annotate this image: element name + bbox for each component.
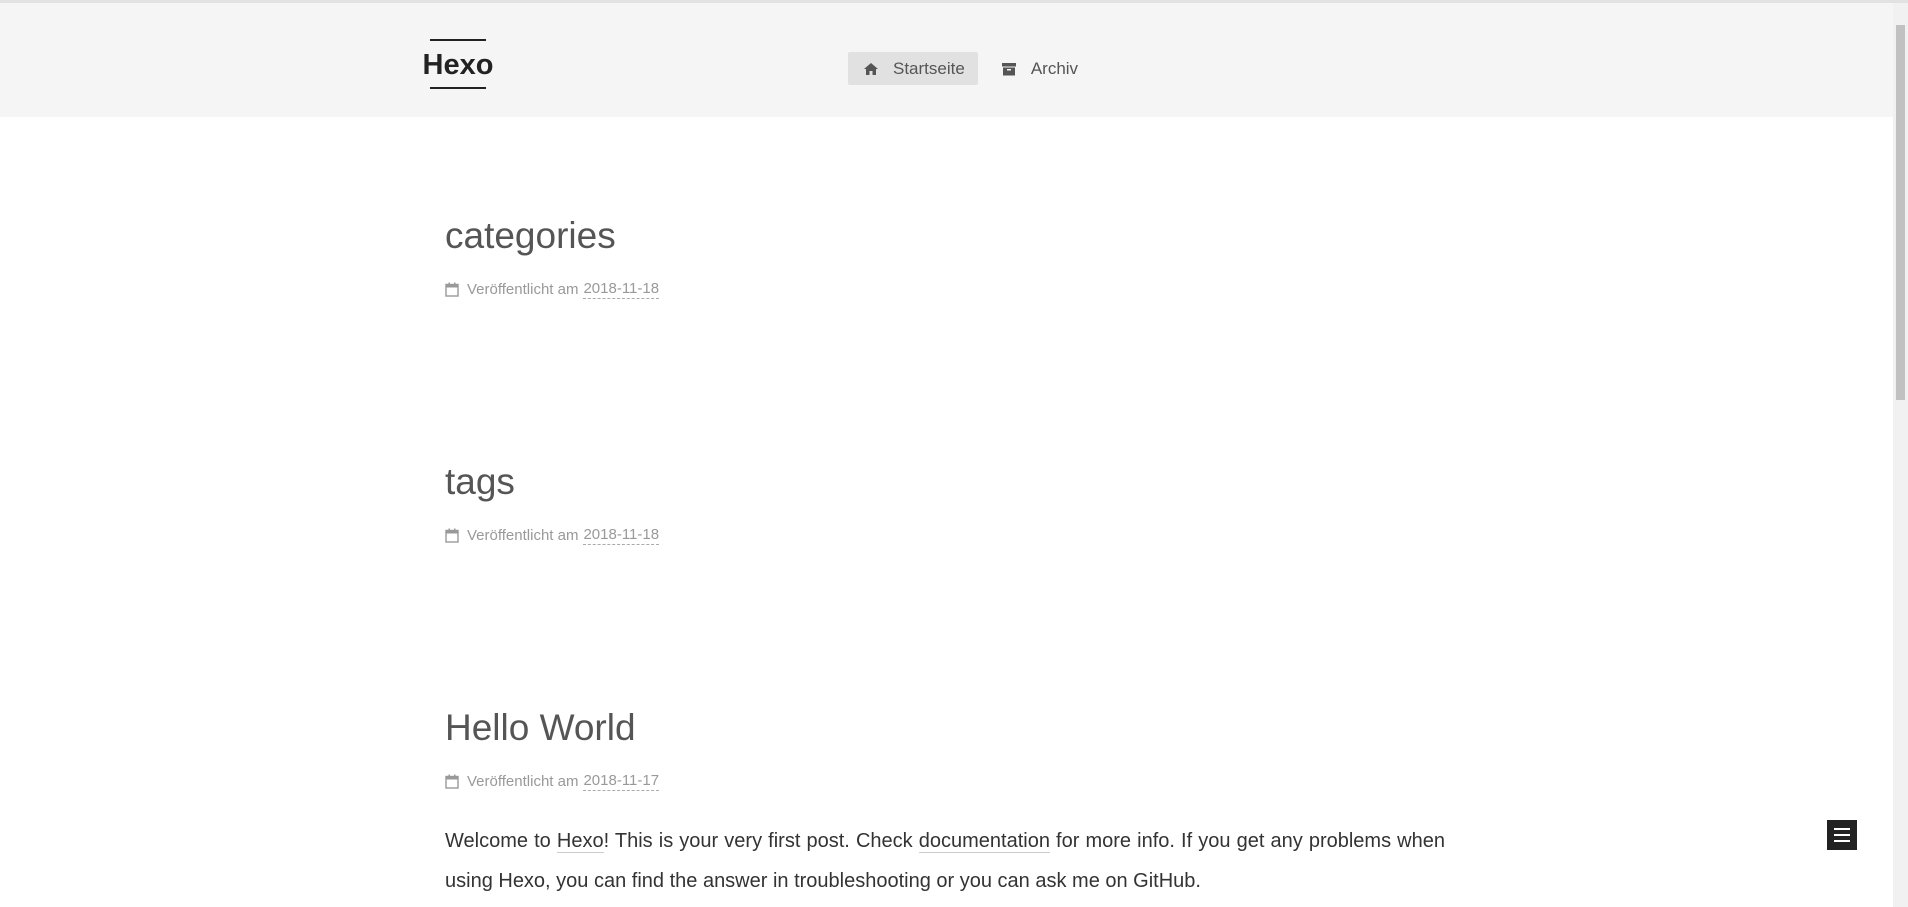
hexo-link[interactable]: Hexo	[556, 830, 604, 853]
main-nav: Startseite Archiv	[848, 52, 1091, 85]
menu-icon-bar	[1834, 828, 1850, 830]
nav-item-label: Archiv	[1030, 58, 1079, 78]
post-date: 2018-11-18	[583, 526, 660, 545]
calendar-icon	[445, 282, 459, 297]
documentation-link[interactable]: documentation	[918, 830, 1050, 853]
home-icon	[864, 62, 878, 75]
post-title[interactable]: Hello World	[445, 706, 1445, 750]
page: Hexo Startseite Archiv categories Veröff…	[0, 0, 1908, 907]
nav-item-archiv[interactable]: Archiv	[986, 52, 1091, 85]
calendar-icon	[445, 774, 459, 789]
vertical-scrollbar[interactable]	[1893, 3, 1908, 907]
post-meta: Veröffentlicht am 2018-11-18	[445, 526, 1445, 545]
menu-icon-bar	[1834, 834, 1850, 836]
meta-label: Veröffentlicht am	[467, 281, 579, 298]
body-text: Welcome to	[445, 830, 557, 852]
meta-label: Veröffentlicht am	[467, 527, 579, 544]
logo-line-top	[430, 39, 486, 41]
nav-item-startseite[interactable]: Startseite	[848, 52, 978, 85]
sidebar-toggle-button[interactable]	[1827, 820, 1857, 850]
nav-item-label: Startseite	[893, 58, 965, 78]
meta-label: Veröffentlicht am	[467, 773, 579, 790]
logo-line-bottom	[430, 87, 486, 89]
post-date: 2018-11-18	[583, 280, 660, 299]
post-title[interactable]: categories	[445, 214, 1445, 258]
post-hello-world: Hello World Veröffentlicht am 2018-11-17…	[445, 706, 1445, 901]
logo-text[interactable]: Hexo	[421, 48, 495, 82]
site-header: Hexo Startseite Archiv	[0, 3, 1893, 117]
site-logo[interactable]: Hexo	[421, 39, 495, 89]
menu-icon-bar	[1834, 840, 1850, 842]
post-meta: Veröffentlicht am 2018-11-17	[445, 772, 1445, 791]
post-body: Welcome to Hexo! This is your very first…	[445, 821, 1445, 901]
post-title[interactable]: tags	[445, 460, 1445, 504]
post-tags: tags Veröffentlicht am 2018-11-18	[445, 460, 1445, 545]
post-categories: categories Veröffentlicht am 2018-11-18	[445, 214, 1445, 299]
scrollbar-thumb[interactable]	[1896, 25, 1905, 400]
post-date: 2018-11-17	[583, 772, 660, 791]
post-meta: Veröffentlicht am 2018-11-18	[445, 280, 1445, 299]
body-text: ! This is your very first post. Check	[603, 830, 919, 852]
archive-icon	[1001, 62, 1016, 75]
calendar-icon	[445, 528, 459, 543]
